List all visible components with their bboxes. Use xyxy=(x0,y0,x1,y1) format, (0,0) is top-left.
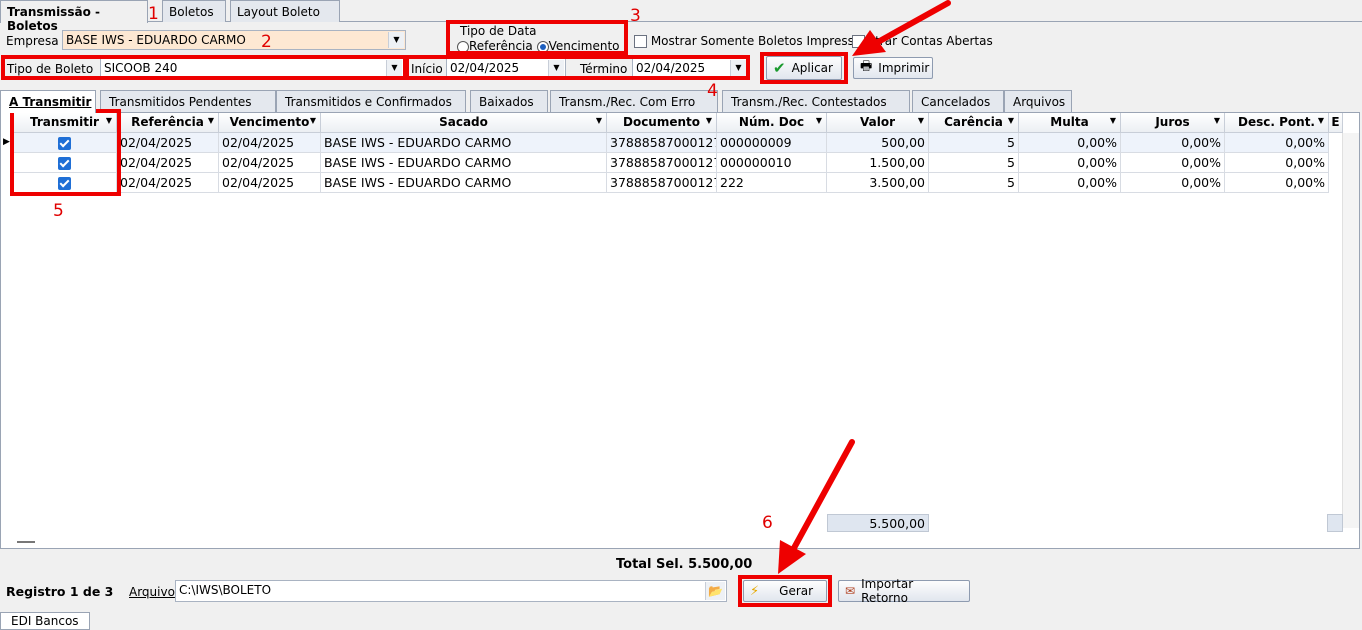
annotation-arrows xyxy=(778,0,951,574)
arrow-to-gerar-icon xyxy=(778,439,855,574)
tab-transmissao-boletos[interactable]: Transmissão - Boletos xyxy=(0,0,148,33)
arrow-to-aplicar-icon xyxy=(852,0,951,56)
tab-a-transmitir[interactable]: A Transmitir xyxy=(0,90,96,113)
tab-label: A Transmitir xyxy=(9,95,92,109)
